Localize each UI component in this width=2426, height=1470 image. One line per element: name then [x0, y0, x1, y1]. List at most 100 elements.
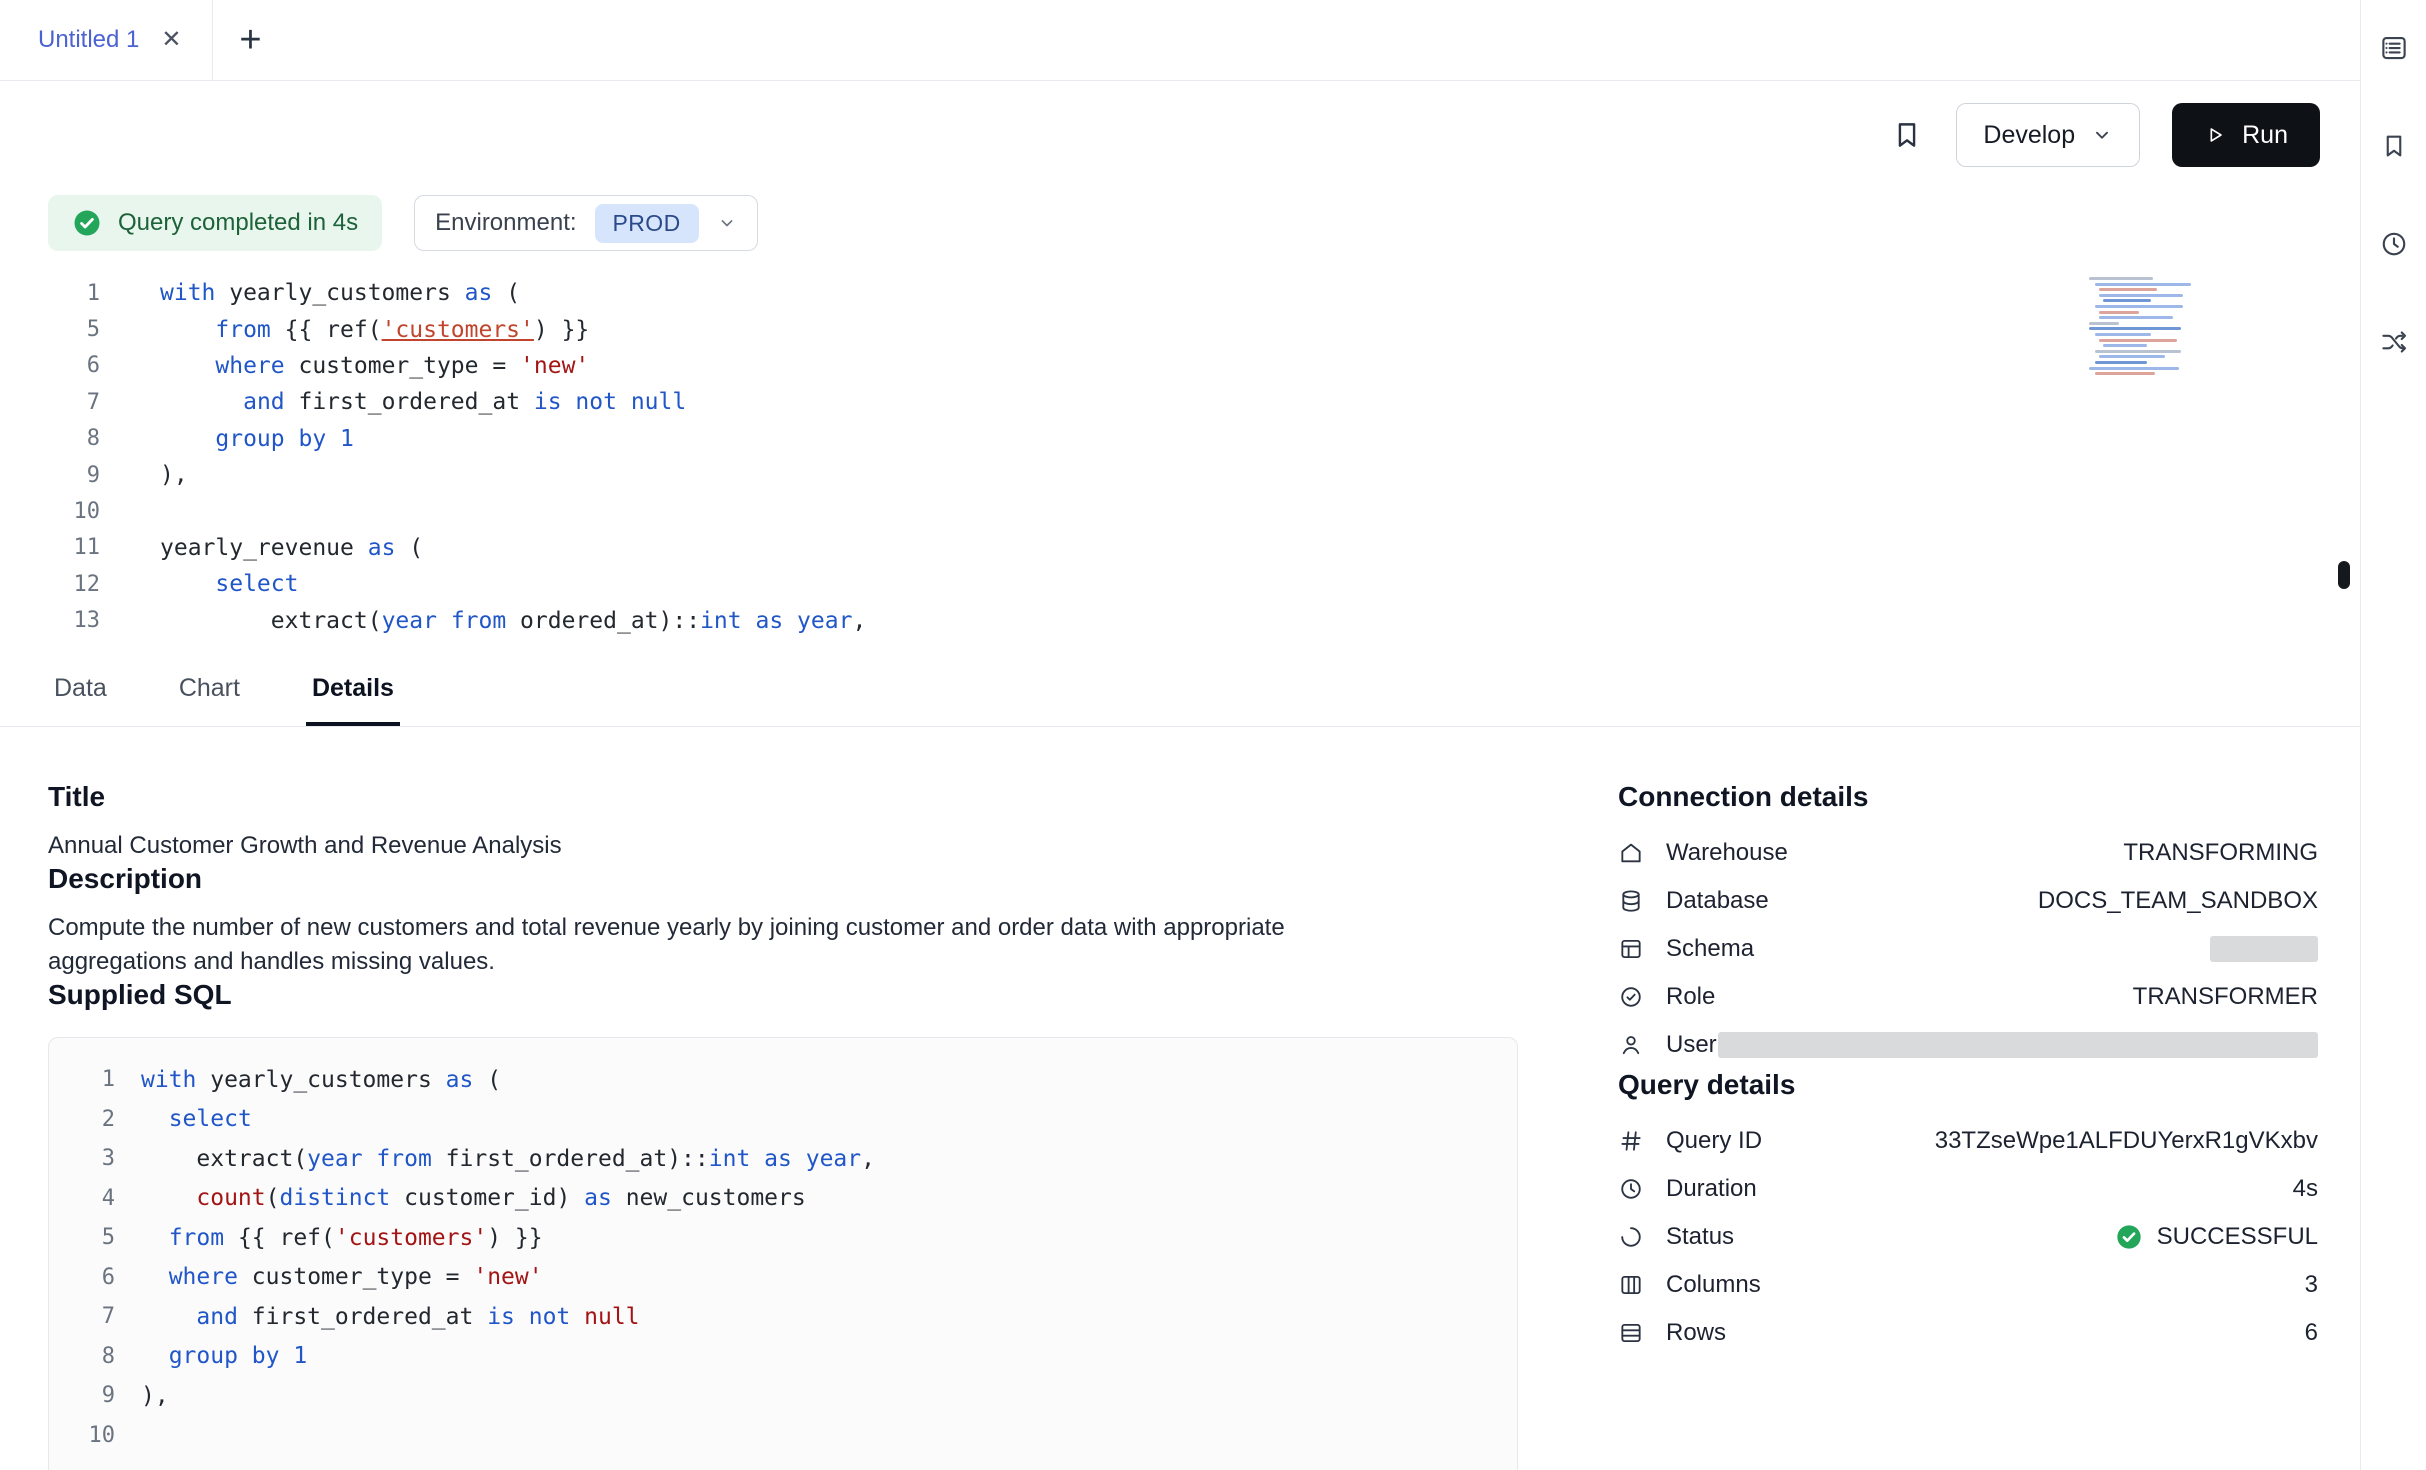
code-line: 1with yearly_customers as (	[0, 275, 2360, 311]
main-area: Untitled 1 ✕ + Develop Run	[0, 0, 2360, 1470]
detail-value: 33TZseWpe1ALFDUYerxR1gVKxbv	[1935, 1127, 2318, 1155]
line-number: 13	[0, 608, 100, 633]
detail-label: Status	[1666, 1223, 1734, 1251]
connection-details-rows: WarehouseTRANSFORMINGDatabaseDOCS_TEAM_S…	[1618, 829, 2318, 1069]
editor-scrollbar-thumb[interactable]	[2338, 561, 2350, 589]
code-line: 9),	[0, 457, 2360, 493]
details-right-column: Connection details WarehouseTRANSFORMING…	[1618, 781, 2318, 1470]
run-button[interactable]: Run	[2172, 103, 2320, 167]
redacted-value	[2210, 936, 2318, 962]
line-number: 10	[0, 499, 100, 524]
run-label: Run	[2242, 121, 2288, 150]
status-row: Query completed in 4s Environment: PROD	[0, 167, 2360, 251]
supplied-sql-heading: Supplied SQL	[48, 979, 1518, 1011]
bookmark-icon[interactable]	[1890, 118, 1924, 152]
line-number: 4	[75, 1186, 115, 1211]
details-left-column: Title Annual Customer Growth and Revenue…	[48, 781, 1518, 1470]
code-line-text: ),	[160, 462, 188, 488]
code-line-text: yearly_revenue as (	[160, 535, 423, 561]
history-icon[interactable]	[2372, 222, 2416, 266]
minimap[interactable]	[2089, 277, 2207, 383]
line-number: 1	[0, 281, 100, 306]
success-check-icon	[2115, 1223, 2143, 1251]
tab-bar: Untitled 1 ✕ +	[0, 0, 2360, 81]
code-line: 3 extract(year from first_ordered_at)::i…	[75, 1139, 1491, 1179]
detail-row: DatabaseDOCS_TEAM_SANDBOX	[1618, 877, 2318, 925]
sql-editor[interactable]: 1with yearly_customers as (5 from {{ ref…	[0, 251, 2360, 639]
code-line: 10	[0, 493, 2360, 529]
detail-value: SUCCESSFUL	[2157, 1223, 2318, 1251]
bookmark-icon[interactable]	[2372, 124, 2416, 168]
code-line: 8 group by 1	[75, 1337, 1491, 1377]
detail-row: User	[1618, 1021, 2318, 1069]
line-number: 3	[75, 1146, 115, 1171]
line-number: 6	[0, 353, 100, 378]
develop-dropdown[interactable]: Develop	[1956, 103, 2140, 167]
description-text: Compute the number of new customers and …	[48, 911, 1408, 979]
line-number: 8	[75, 1344, 115, 1369]
connection-details-heading: Connection details	[1618, 781, 2318, 813]
right-sidebar	[2360, 0, 2426, 1470]
code-line: 9),	[75, 1376, 1491, 1416]
code-line: 6 where customer_type = 'new'	[0, 348, 2360, 384]
detail-row: Status SUCCESSFUL	[1618, 1213, 2318, 1261]
duration-icon	[1618, 1176, 1650, 1202]
code-line: 5 from {{ ref('customers') }}	[0, 311, 2360, 347]
line-number: 7	[75, 1304, 115, 1329]
detail-value: TRANSFORMER	[2133, 983, 2318, 1011]
new-tab-button[interactable]: +	[213, 0, 289, 80]
code-line-text: extract(year from ordered_at)::int as ye…	[160, 608, 866, 634]
tab-close-icon[interactable]: ✕	[161, 28, 181, 52]
chevron-down-icon	[717, 213, 737, 233]
status-icon	[1618, 1224, 1650, 1250]
code-line-text: from {{ ref('customers') }}	[141, 1225, 543, 1251]
query-list-icon[interactable]	[2372, 26, 2416, 70]
lineage-icon[interactable]	[2372, 320, 2416, 364]
line-number: 1	[75, 1067, 115, 1092]
code-line-text: count(distinct customer_id) as new_custo…	[141, 1185, 806, 1211]
detail-value: 3	[2305, 1271, 2318, 1299]
environment-selector[interactable]: Environment: PROD	[414, 195, 757, 251]
result-tab-chart[interactable]: Chart	[173, 655, 246, 726]
code-line-text: group by 1	[141, 1343, 307, 1369]
line-number: 9	[75, 1383, 115, 1408]
code-line: 5 from {{ ref('customers') }}	[75, 1218, 1491, 1258]
detail-label: Warehouse	[1666, 839, 1788, 867]
detail-label: Role	[1666, 983, 1715, 1011]
detail-label: Duration	[1666, 1175, 1757, 1203]
line-number: 12	[0, 572, 100, 597]
line-number: 2	[75, 1107, 115, 1132]
line-number: 6	[75, 1265, 115, 1290]
detail-row: WarehouseTRANSFORMING	[1618, 829, 2318, 877]
code-line: 10	[75, 1416, 1491, 1456]
tab-untitled-1[interactable]: Untitled 1 ✕	[0, 0, 213, 80]
code-line-text: select	[141, 1106, 252, 1132]
detail-label: Rows	[1666, 1319, 1726, 1347]
environment-label: Environment:	[435, 209, 576, 237]
query-status-text: Query completed in 4s	[118, 209, 358, 237]
code-line: 6 where customer_type = 'new'	[75, 1258, 1491, 1298]
code-line-text: where customer_type = 'new'	[141, 1264, 543, 1290]
play-icon	[2204, 124, 2226, 146]
role-icon	[1618, 984, 1650, 1010]
supplied-sql-lines: 1 with yearly_customers as ( 2 select 3 ext…	[75, 1060, 1491, 1455]
app-root: Untitled 1 ✕ + Develop Run	[0, 0, 2426, 1470]
columns-icon	[1618, 1272, 1650, 1298]
detail-row: Columns3	[1618, 1261, 2318, 1309]
detail-label: Schema	[1666, 935, 1754, 963]
check-circle-icon	[72, 208, 102, 238]
user-icon	[1618, 1032, 1650, 1058]
query-details-heading: Query details	[1618, 1069, 2318, 1101]
code-line-text: with yearly_customers as (	[141, 1067, 501, 1093]
database-icon	[1618, 888, 1650, 914]
code-line-text: where customer_type = 'new'	[160, 353, 589, 379]
result-tab-details[interactable]: Details	[306, 655, 400, 726]
line-number: 8	[0, 426, 100, 451]
line-number: 9	[0, 463, 100, 488]
line-number: 11	[0, 535, 100, 560]
warehouse-icon	[1618, 840, 1650, 866]
toolbar: Develop Run	[0, 81, 2360, 167]
result-tab-data[interactable]: Data	[48, 655, 113, 726]
hash-icon	[1618, 1128, 1650, 1154]
query-details-rows: Query ID33TZseWpe1ALFDUYerxR1gVKxbvDurat…	[1618, 1117, 2318, 1357]
